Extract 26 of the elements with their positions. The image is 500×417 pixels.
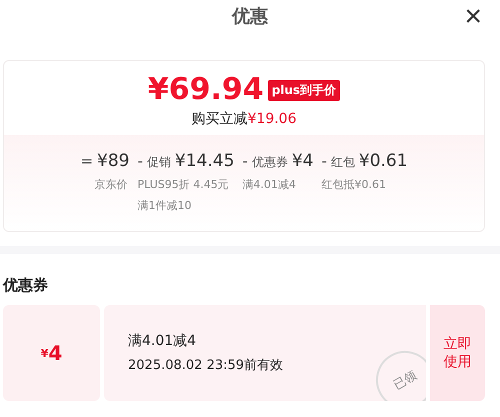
amount: ¥0.61 <box>358 151 408 171</box>
close-button[interactable]: × <box>460 0 486 33</box>
use-now-button[interactable]: 立即使用 <box>430 305 485 401</box>
coupon-validity: 2025.08.02 23:59前有效 <box>128 357 284 374</box>
discount-label: 促销 <box>146 154 171 171</box>
plus-price-tag: plus到手价 <box>268 80 340 100</box>
operator-sign: = <box>80 152 94 170</box>
operator-sign: - <box>321 152 327 170</box>
amount: ¥4 <box>292 151 314 171</box>
discount-note: PLUS95折 4.45元 <box>137 177 229 192</box>
saving-text: 购买立减¥19.06 <box>192 110 296 128</box>
discount-label: 优惠券 <box>252 154 288 171</box>
amount: ¥14.45 <box>174 151 234 171</box>
amount: ¥89 <box>97 151 130 171</box>
discount-note: 满4.01减4 <box>242 177 296 192</box>
discount-note: 红包抵¥0.61 <box>321 177 386 192</box>
discount-note: 满1件减10 <box>137 198 192 213</box>
dialog-title: 优惠 <box>232 5 268 28</box>
section-title: 优惠券 <box>3 276 49 295</box>
operator-sign: - <box>242 152 248 170</box>
coupon-value: ¥4 <box>3 305 100 401</box>
final-price: ¥69.94 <box>148 75 264 105</box>
coupon-condition: 满4.01减4 <box>128 332 198 350</box>
discount-note: 京东价 <box>94 177 128 192</box>
discount-label: 红包 <box>330 154 355 171</box>
operator-sign: - <box>137 152 143 170</box>
